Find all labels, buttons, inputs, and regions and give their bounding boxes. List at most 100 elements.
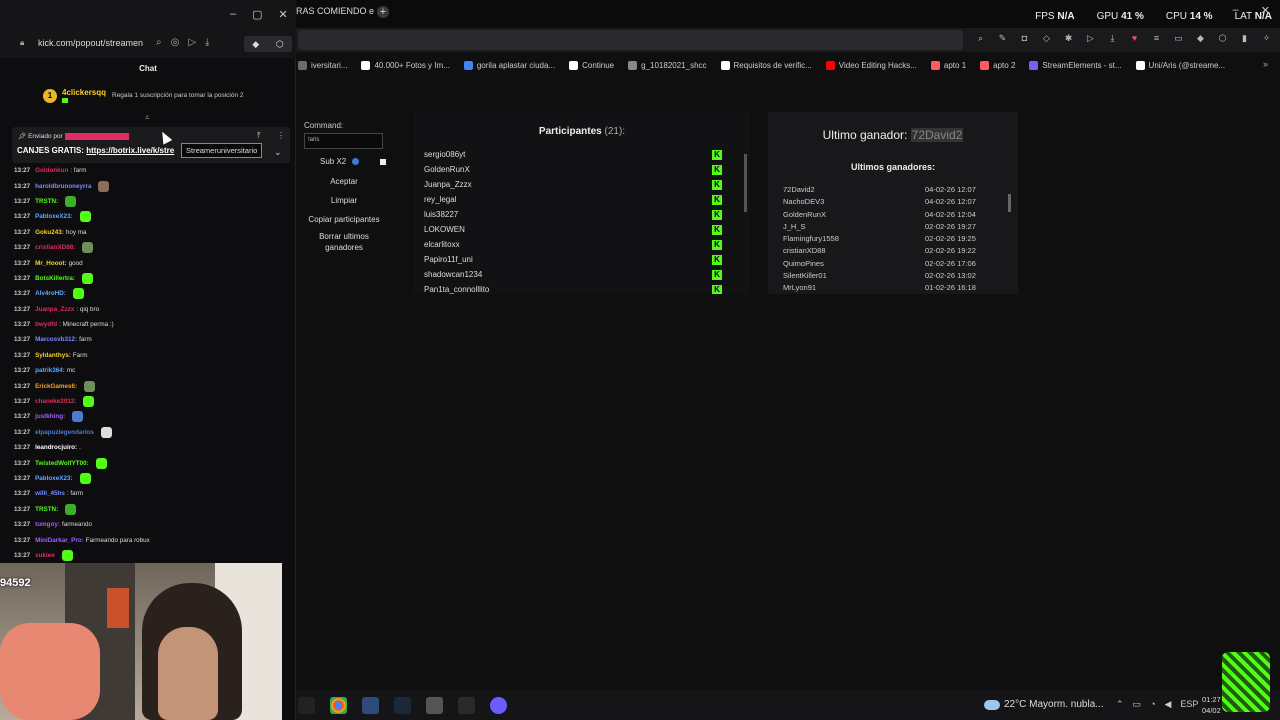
menu-icon[interactable]: ≡ [1151,33,1162,44]
message-username[interactable]: chaneke2012: [35,394,76,409]
shield-icon[interactable]: ◇ [1041,33,1052,44]
bookmark-item[interactable]: iversitari... [298,60,347,70]
message-username[interactable]: Marcosvb312: [35,332,77,347]
participant-row[interactable]: rey_legal K [424,193,734,208]
message-username[interactable]: sukiee [35,548,55,563]
participant-row[interactable]: shadowcan1234 K [424,268,734,283]
tray-chevron-icon[interactable]: ⌃ [1116,699,1124,710]
message-username[interactable]: patrik364: [35,363,65,378]
message-username[interactable]: Mr_Hooot: [35,256,66,271]
participant-row[interactable]: Juanpa_Zzzx K [424,178,734,193]
message-username[interactable]: MiniDarkar_Pro: [35,533,84,548]
bookmark-item[interactable]: Video Editing Hacks... [825,60,917,70]
wifi-icon[interactable]: ◔ [1150,699,1155,710]
chat-message[interactable]: 13:27 sukiee [14,548,284,563]
message-username[interactable]: ErickGames6: [35,379,77,394]
cube-icon[interactable]: ⬡ [276,39,284,50]
message-username[interactable]: BotsKillertra: [35,271,75,286]
sub-x2-checkbox[interactable] [380,159,386,165]
pinned-link[interactable]: https://botrix.live/k/stre [86,146,174,155]
heart-icon[interactable]: ♥ [1129,33,1140,44]
tray-app-icon[interactable]: ▭ [1133,699,1142,710]
bookmark-item[interactable]: gorila aplastar ciuda... [463,60,555,70]
chat-message[interactable]: 13:27 Goldonkun: farm [14,163,284,178]
sidebar-icon[interactable]: ▮ [1239,33,1250,44]
obs-icon[interactable] [490,697,507,714]
chat-message[interactable]: 13:27 Syldanthys: Farm [14,348,284,363]
top-gifter-bar[interactable]: 1 4clickersqq Regala 1 suscripción para … [0,82,296,108]
chat-message[interactable]: 13:27 PabloxeX23: [14,471,284,486]
download-icon[interactable]: ⤓ [205,37,209,48]
search-icon[interactable]: ⌕ [156,37,162,48]
message-username[interactable]: cristianXD88: [35,240,75,255]
language-indicator[interactable]: ESP [1180,699,1198,710]
clear-button[interactable]: Limpiar [304,195,384,206]
message-username[interactable]: TRSTN: [35,194,58,209]
bookmark-item[interactable]: StreamElements - st... [1029,60,1122,70]
play-icon[interactable]: ▷ [1085,33,1096,44]
chat-message[interactable]: 13:27 willi_45hs: farm [14,486,284,501]
command-input[interactable]: !aris [304,133,383,149]
chat-message[interactable]: 13:27 elpapuzlegendarios [14,425,284,440]
play-icon[interactable]: ▷ [188,37,196,48]
bookmark-item[interactable]: apto 1 [930,60,966,70]
edit-icon[interactable]: ✎ [997,33,1008,44]
message-username[interactable]: Goldonkun [35,163,68,178]
scrollbar-thumb[interactable] [744,154,747,212]
taskbar-clock[interactable]: 01:27 04/02 [1202,694,1221,716]
camera-icon[interactable]: ◘ [1019,33,1030,44]
chat-message[interactable]: 13:27 justkhing: [14,409,284,424]
message-username[interactable]: elpapuzlegendarios [35,425,94,440]
extension-icon[interactable]: ✱ [1063,33,1074,44]
more-options-icon[interactable]: ⋮ [277,131,285,140]
main-url-field[interactable] [298,30,963,50]
chat-message[interactable]: 13:27 leandrocjuiro: . [14,440,284,455]
message-username[interactable]: Juanpa_Zzzx [35,302,74,317]
epic-games-icon[interactable] [458,697,475,714]
clear-winners-button[interactable]: Borrar ultimos ganadores [304,231,384,253]
message-username[interactable]: Syldanthys: [35,348,71,363]
chat-message[interactable]: 13:27 Juanpa_Zzzx: qiq bro [14,302,284,317]
message-username[interactable]: Goku243: [35,225,64,240]
bookmark-item[interactable]: Uni/Aris (@streame... [1135,60,1225,70]
wallet-icon[interactable]: ▭ [1173,33,1184,44]
chat-message[interactable]: 13:27 Marcosvb312: farm [14,332,284,347]
chat-message[interactable]: 13:27 haroldbrunoneyrra [14,178,284,193]
chat-message[interactable]: 13:27 BotsKillertra: [14,271,284,286]
app-icon[interactable] [298,697,315,714]
bookmark-item[interactable]: Requisitos de verific... [720,60,812,70]
chat-message[interactable]: 13:27 tumgoy: farmeando [14,517,284,532]
steam-icon[interactable] [394,697,411,714]
close-icon[interactable]: ✕ [279,8,288,21]
chat-message[interactable]: 13:27 TRSTN: [14,194,284,209]
weather-widget[interactable]: 22°C Mayorm. nubla... [984,699,1104,710]
participant-row[interactable]: Pan1ta_connolllito K [424,283,734,294]
search-icon[interactable]: ⌕ [975,33,986,44]
cube-icon[interactable]: ⬡ [1217,33,1228,44]
message-username[interactable]: willi_45hs [35,486,65,501]
minimize-icon[interactable]: – [230,8,236,21]
download-icon[interactable]: ⤓ [1107,33,1118,44]
minimize-icon[interactable]: – [1233,4,1239,17]
main-active-tab[interactable]: RAS COMIENDO e [296,6,374,16]
volume-icon[interactable]: ◀ [1165,699,1172,710]
message-username[interactable]: PabloxeX23: [35,471,72,486]
bookmark-item[interactable]: Continue [569,60,614,70]
chat-message[interactable]: 13:27 bwydfd: Minecraft perma :) [14,317,284,332]
chat-message[interactable]: 13:27 patrik364: mc [14,363,284,378]
new-tab-button[interactable]: + [377,6,389,18]
close-icon[interactable]: ✕ [1261,4,1270,17]
message-username[interactable]: TRSTN: [35,502,58,517]
participant-row[interactable]: sergio086yt K [424,148,734,163]
file-explorer-icon[interactable] [362,697,379,714]
accept-button[interactable]: Aceptar [304,176,384,187]
message-username[interactable]: Alv4roHD: [35,286,66,301]
chat-message[interactable]: 13:27 cristianXD88: [14,240,284,255]
participant-row[interactable]: luis38227 K [424,208,734,223]
settings-gear-icon[interactable] [426,697,443,714]
bookmark-item[interactable]: apto 2 [980,60,1015,70]
chat-url[interactable]: kick.com/popout/streamen [38,38,143,48]
chat-message[interactable]: 13:27 Goku243: hoy ma [14,225,284,240]
participant-row[interactable]: GoldenRunX K [424,163,734,178]
ai-icon[interactable]: ✧ [1261,33,1272,44]
